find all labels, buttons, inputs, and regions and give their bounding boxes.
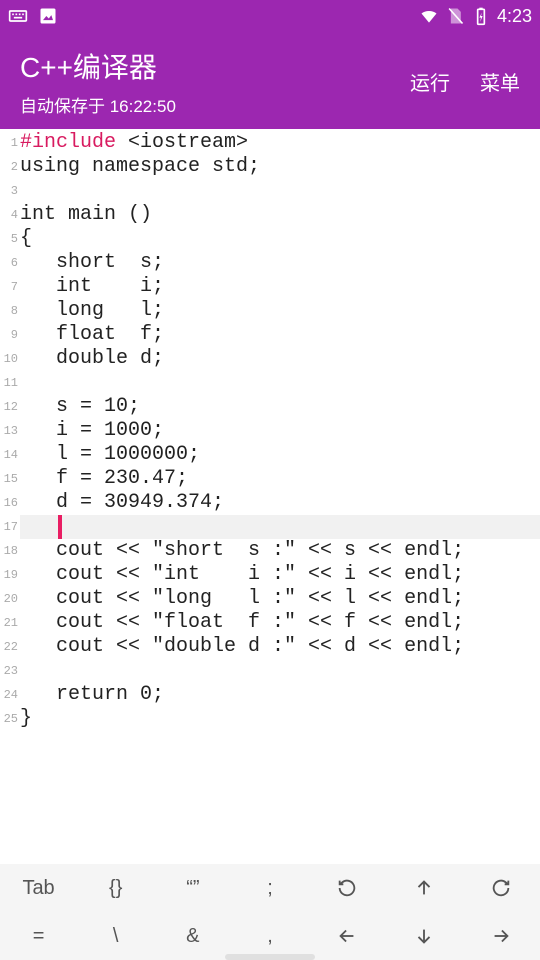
status-bar: 4:23 — [0, 0, 540, 32]
key-right[interactable] — [463, 912, 540, 960]
code-line[interactable]: cout << "long l :" << l << endl; — [20, 587, 540, 611]
code-line[interactable]: cout << "int i :" << i << endl; — [20, 563, 540, 587]
code-line[interactable]: int i; — [20, 275, 540, 299]
code-line[interactable] — [20, 371, 540, 395]
text-cursor — [58, 515, 62, 539]
code-line[interactable] — [20, 179, 540, 203]
symbol-row-2: = \ & , — [0, 912, 540, 960]
key-up[interactable] — [386, 864, 463, 912]
status-right: 4:23 — [419, 6, 532, 27]
code-line[interactable]: } — [20, 707, 540, 731]
code-editor[interactable]: 1234567891011121314151617181920212223242… — [0, 129, 540, 849]
line-number-gutter: 1234567891011121314151617181920212223242… — [0, 129, 18, 849]
code-line[interactable]: return 0; — [20, 683, 540, 707]
key-tab[interactable]: Tab — [0, 864, 77, 912]
line-number: 5 — [0, 227, 18, 251]
line-number: 15 — [0, 467, 18, 491]
line-number: 24 — [0, 683, 18, 707]
key-braces[interactable]: {} — [77, 864, 154, 912]
battery-charging-icon — [471, 8, 491, 24]
code-line[interactable]: cout << "double d :" << d << endl; — [20, 635, 540, 659]
code-line[interactable] — [20, 659, 540, 683]
code-line[interactable]: cout << "short s :" << s << endl; — [20, 539, 540, 563]
key-comma[interactable]: , — [231, 912, 308, 960]
image-icon — [38, 8, 58, 24]
line-number: 4 — [0, 203, 18, 227]
line-number: 8 — [0, 299, 18, 323]
line-number: 7 — [0, 275, 18, 299]
app-bar: C++编译器 自动保存于 16:22:50 运行 菜单 — [0, 32, 540, 129]
app-title: C++编译器 — [20, 46, 176, 86]
line-number: 13 — [0, 419, 18, 443]
key-redo[interactable] — [463, 864, 540, 912]
code-line[interactable]: f = 230.47; — [20, 467, 540, 491]
line-number: 25 — [0, 707, 18, 731]
line-number: 16 — [0, 491, 18, 515]
code-area[interactable]: #include <iostream>using namespace std; i… — [18, 129, 540, 849]
key-undo[interactable] — [309, 864, 386, 912]
no-sim-icon — [445, 8, 465, 24]
line-number: 2 — [0, 155, 18, 179]
menu-button[interactable]: 菜单 — [480, 67, 520, 96]
code-line[interactable]: short s; — [20, 251, 540, 275]
app-bar-left: C++编译器 自动保存于 16:22:50 — [20, 46, 176, 117]
key-ampersand[interactable]: & — [154, 912, 231, 960]
autosave-subtitle: 自动保存于 16:22:50 — [20, 92, 176, 117]
symbol-row-1: Tab {} “” ; — [0, 864, 540, 912]
status-time: 4:23 — [497, 6, 532, 27]
code-line[interactable]: using namespace std; — [20, 155, 540, 179]
code-line[interactable]: float f; — [20, 323, 540, 347]
keyboard-icon — [8, 8, 28, 24]
line-number: 12 — [0, 395, 18, 419]
line-number: 20 — [0, 587, 18, 611]
key-quotes[interactable]: “” — [154, 864, 231, 912]
status-left — [8, 8, 58, 24]
key-left[interactable] — [309, 912, 386, 960]
line-number: 3 — [0, 179, 18, 203]
line-number: 23 — [0, 659, 18, 683]
code-line[interactable]: s = 10; — [20, 395, 540, 419]
key-down[interactable] — [386, 912, 463, 960]
line-number: 17 — [0, 515, 18, 539]
code-line[interactable]: { — [20, 227, 540, 251]
key-backslash[interactable]: \ — [77, 912, 154, 960]
line-number: 6 — [0, 251, 18, 275]
code-line[interactable]: i = 1000; — [20, 419, 540, 443]
code-line[interactable]: #include <iostream> — [20, 131, 540, 155]
code-line[interactable]: int main () — [20, 203, 540, 227]
code-line[interactable] — [20, 515, 540, 539]
wifi-icon — [419, 8, 439, 24]
run-button[interactable]: 运行 — [410, 67, 450, 96]
key-equals[interactable]: = — [0, 912, 77, 960]
app-actions: 运行 菜单 — [410, 67, 520, 96]
code-line[interactable]: l = 1000000; — [20, 443, 540, 467]
code-line[interactable]: d = 30949.374; — [20, 491, 540, 515]
line-number: 22 — [0, 635, 18, 659]
line-number: 10 — [0, 347, 18, 371]
key-semicolon[interactable]: ; — [231, 864, 308, 912]
line-number: 11 — [0, 371, 18, 395]
line-number: 21 — [0, 611, 18, 635]
code-line[interactable]: cout << "float f :" << f << endl; — [20, 611, 540, 635]
symbol-toolbar: Tab {} “” ; = \ & , — [0, 864, 540, 960]
line-number: 18 — [0, 539, 18, 563]
code-line[interactable]: double d; — [20, 347, 540, 371]
line-number: 9 — [0, 323, 18, 347]
drag-handle-icon[interactable] — [225, 954, 315, 960]
code-line[interactable]: long l; — [20, 299, 540, 323]
line-number: 1 — [0, 131, 18, 155]
line-number: 14 — [0, 443, 18, 467]
line-number: 19 — [0, 563, 18, 587]
